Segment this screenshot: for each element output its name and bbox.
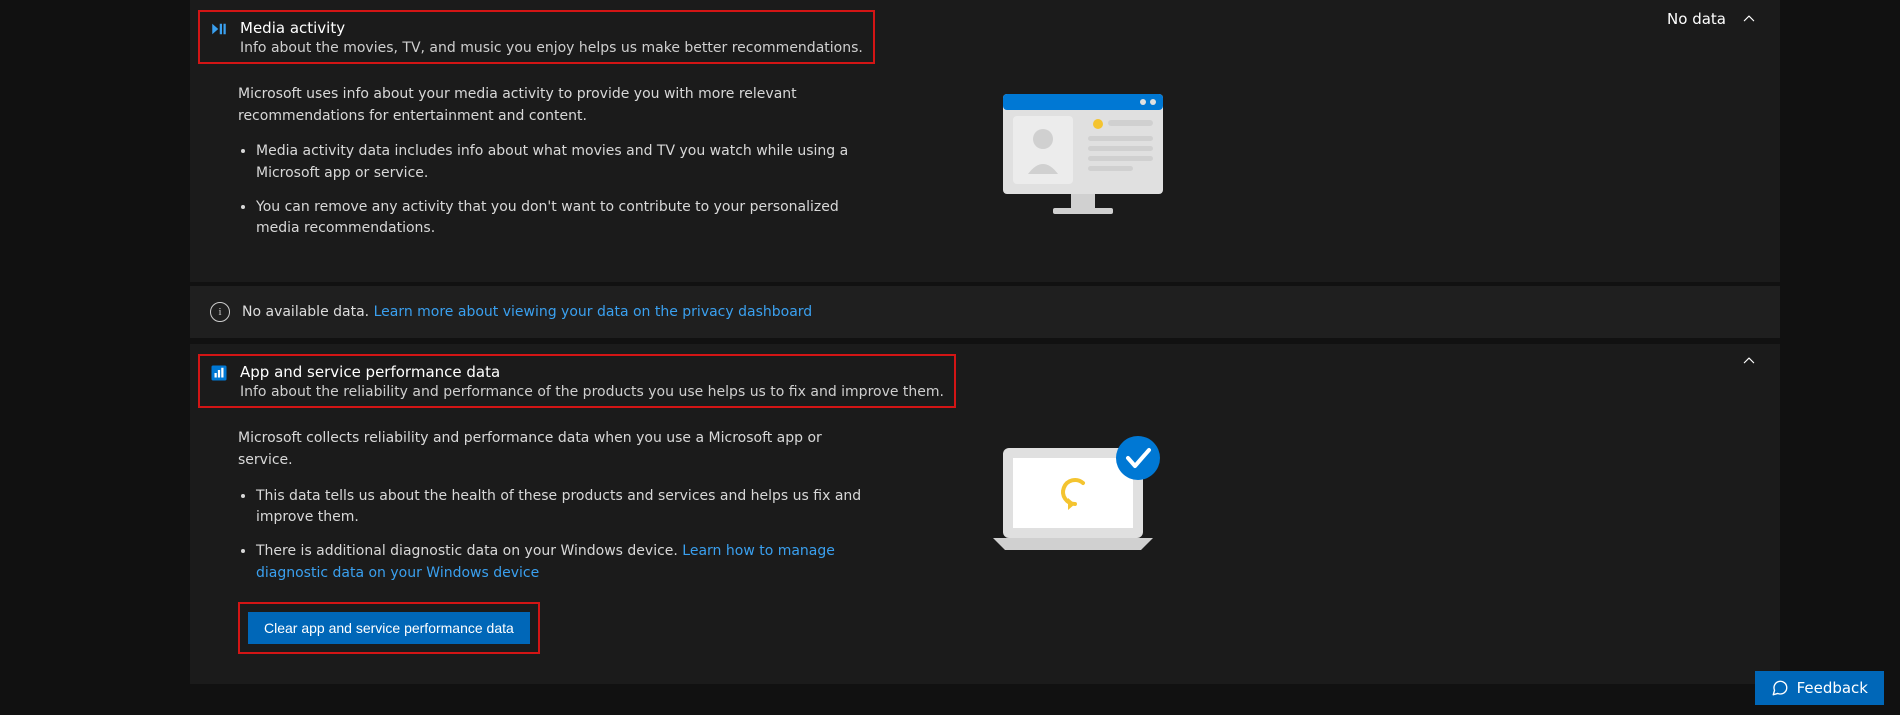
performance-body: Microsoft collects reliability and perfo… — [190, 422, 1780, 684]
media-bullet-1: Media activity data includes info about … — [256, 141, 878, 184]
media-illustration — [918, 84, 1248, 252]
feedback-button[interactable]: Feedback — [1755, 671, 1884, 705]
media-intro: Microsoft uses info about your media act… — [238, 84, 878, 127]
highlight-clear-button: Clear app and service performance data — [238, 602, 540, 654]
info-icon: i — [210, 302, 230, 322]
no-data-notice: i No available data. Learn more about vi… — [190, 286, 1780, 338]
media-bullet-2: You can remove any activity that you don… — [256, 197, 878, 240]
highlight-performance-header: App and service performance data Info ab… — [198, 354, 956, 408]
media-body: Microsoft uses info about your media act… — [190, 78, 1780, 282]
chevron-up-icon[interactable] — [1742, 354, 1756, 368]
media-title: Media activity — [240, 18, 863, 38]
media-icon — [210, 20, 228, 38]
performance-card: App and service performance data Info ab… — [190, 344, 1780, 684]
media-activity-card: Media activity Info about the movies, TV… — [190, 0, 1780, 282]
performance-title: App and service performance data — [240, 362, 944, 382]
performance-intro: Microsoft collects reliability and perfo… — [238, 428, 878, 471]
feedback-icon — [1771, 679, 1789, 697]
media-status: No data — [1667, 10, 1726, 28]
notice-text: No available data. — [242, 304, 369, 320]
chart-icon — [210, 364, 228, 382]
notice-learn-more-link[interactable]: Learn more about viewing your data on th… — [374, 304, 813, 320]
media-subtitle: Info about the movies, TV, and music you… — [240, 40, 863, 56]
performance-bullet-1: This data tells us about the health of t… — [256, 486, 878, 529]
performance-subtitle: Info about the reliability and performan… — [240, 384, 944, 400]
performance-header[interactable]: App and service performance data Info ab… — [190, 344, 1780, 422]
media-activity-header[interactable]: Media activity Info about the movies, TV… — [190, 0, 1780, 78]
feedback-label: Feedback — [1797, 679, 1868, 697]
chevron-up-icon[interactable] — [1742, 12, 1756, 26]
highlight-media-header: Media activity Info about the movies, TV… — [198, 10, 875, 64]
performance-illustration — [918, 428, 1248, 654]
performance-bullet-2: There is additional diagnostic data on y… — [256, 541, 878, 584]
clear-performance-data-button[interactable]: Clear app and service performance data — [248, 612, 530, 644]
performance-bullet-2-text: There is additional diagnostic data on y… — [256, 543, 682, 559]
